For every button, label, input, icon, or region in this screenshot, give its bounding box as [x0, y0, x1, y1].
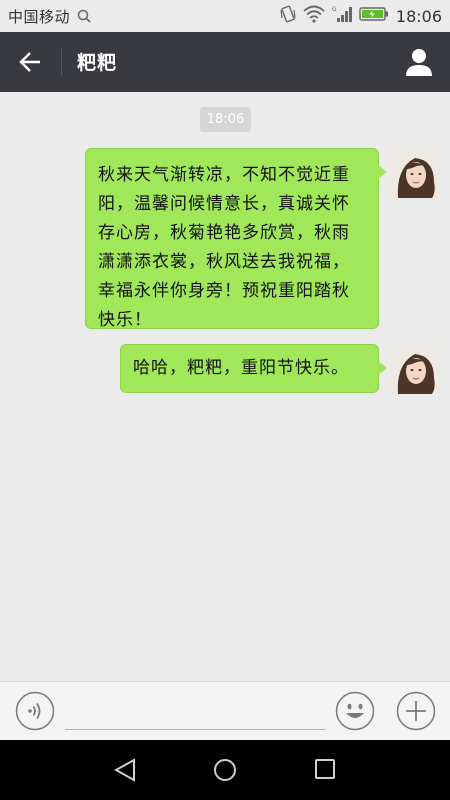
message-bubble[interactable]: 秋来天气渐转凉，不知不觉近重阳，温馨问候情意长，真诚关怀存心房，秋菊艳艳多欣赏，…: [85, 148, 387, 330]
back-arrow-icon[interactable]: [12, 45, 48, 79]
voice-icon[interactable]: [15, 691, 55, 731]
carrier-name: 中国移动: [8, 8, 71, 26]
nav-recent-icon[interactable]: [313, 757, 337, 785]
wifi-icon: [303, 5, 325, 27]
chat-title: 粑粑: [77, 52, 118, 74]
chat-area[interactable]: 18:06 秋来天气渐转凉，不知不觉近重阳，温馨问候情意长，真诚关怀存心房，秋菊…: [0, 92, 450, 681]
message-input[interactable]: [65, 694, 325, 730]
message-timestamp: 18:06: [200, 107, 251, 132]
svg-text:G: G: [332, 6, 337, 13]
emoji-icon[interactable]: [335, 691, 375, 731]
vibrate-icon: [280, 5, 296, 27]
status-bar: 中国移动 G 18:06: [0, 0, 450, 32]
header-divider: [61, 48, 62, 76]
profile-icon[interactable]: [402, 45, 436, 79]
signal-icon: G: [332, 5, 352, 27]
avatar[interactable]: [390, 148, 440, 198]
plus-icon[interactable]: [396, 691, 436, 731]
avatar[interactable]: [390, 344, 440, 394]
nav-back-icon[interactable]: [112, 757, 138, 787]
system-nav-bar: [0, 740, 450, 800]
battery-icon: [359, 6, 389, 26]
input-bar: [0, 681, 450, 740]
status-time: 18:06: [395, 6, 442, 26]
chat-header: 粑粑: [0, 32, 450, 92]
nav-home-icon[interactable]: [212, 757, 238, 787]
search-icon: [77, 8, 91, 27]
message-bubble[interactable]: 哈哈，粑粑，重阳节快乐。: [120, 344, 387, 393]
